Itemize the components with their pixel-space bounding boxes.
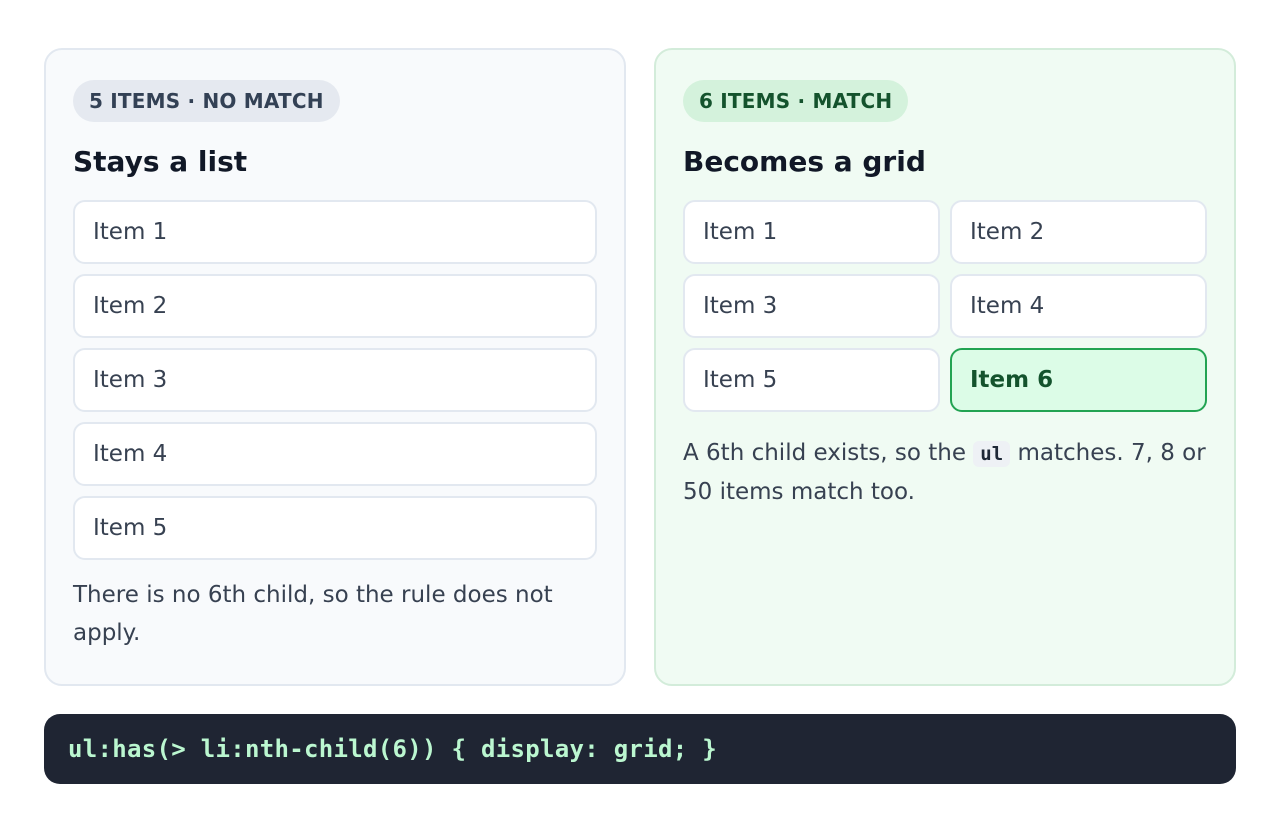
list-item: Item 5 (73, 496, 597, 560)
inline-code-ul: ul (973, 441, 1011, 467)
grid-item: Item 3 (683, 274, 940, 338)
list-item: Item 1 (73, 200, 597, 264)
explanation-note: There is no 6th child, so the rule does … (73, 582, 553, 646)
list-item: Item 3 (73, 348, 597, 412)
grid-item: Item 4 (950, 274, 1207, 338)
explanation-note: A 6th child exists, so the ul matches. 7… (683, 434, 1207, 511)
panel-heading: Becomes a grid (683, 145, 926, 178)
grid-item: Item 5 (683, 348, 940, 412)
grid-item: Item 2 (950, 200, 1207, 264)
highlighted-grid-item: Item 6 (950, 348, 1207, 412)
panel-heading: Stays a list (73, 145, 248, 178)
match-panel: 6 ITEMS · MATCH Becomes a grid Item 1 It… (654, 48, 1236, 686)
item-count-badge: 5 ITEMS · NO MATCH (73, 80, 340, 122)
code-snippet-bar: ul:has(> li:nth-child(6)) { display: gri… (44, 714, 1236, 784)
list-item: Item 4 (73, 422, 597, 486)
list-item: Item 2 (73, 274, 597, 338)
note-text-before: A 6th child exists, so the (683, 440, 974, 466)
item-grid: Item 1 Item 2 Item 3 Item 4 Item 5 Item … (683, 200, 1207, 412)
item-list: Item 1 Item 2 Item 3 Item 4 Item 5 (73, 200, 597, 560)
no-match-panel: 5 ITEMS · NO MATCH Stays a list Item 1 I… (44, 48, 626, 686)
css-rule-code: ul:has(> li:nth-child(6)) { display: gri… (68, 735, 717, 763)
item-count-badge: 6 ITEMS · MATCH (683, 80, 909, 122)
grid-item: Item 1 (683, 200, 940, 264)
